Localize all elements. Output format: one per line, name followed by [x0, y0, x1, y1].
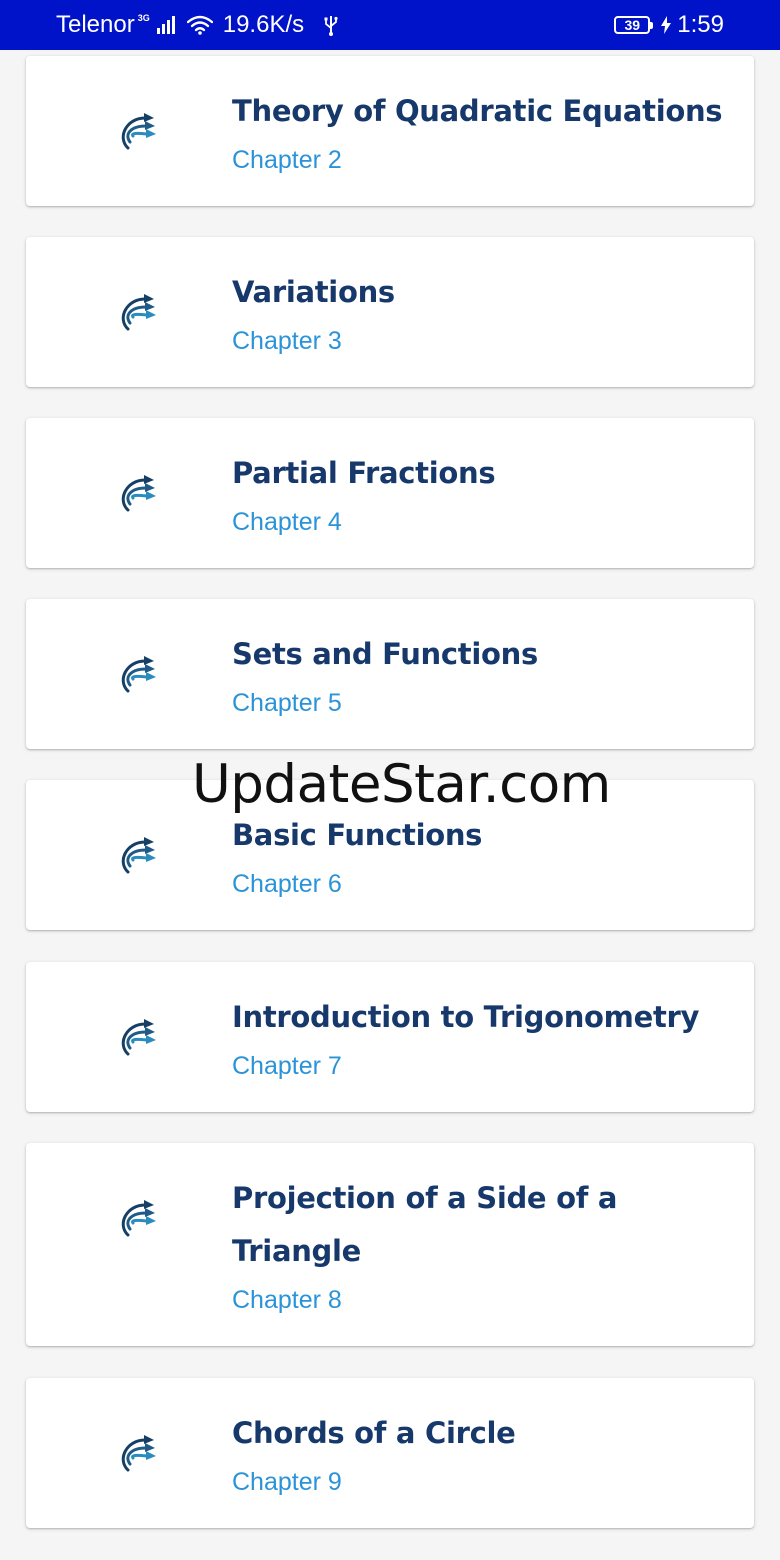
chapter-number: Chapter 7: [232, 1052, 342, 1080]
watermark-text: UpdateStar.com: [192, 754, 611, 815]
battery-level: 39: [624, 17, 641, 33]
arrows-logo-icon: [121, 1200, 156, 1237]
network-speed: 19.6K/s: [222, 11, 305, 38]
chapter-number: Chapter 9: [232, 1468, 342, 1496]
battery-icon: 39: [614, 16, 654, 34]
clock: 1:59: [677, 11, 724, 38]
arrows-logo-icon: [121, 294, 156, 331]
chapter-title: Partial Fractions: [232, 456, 496, 490]
chapter-number: Chapter 4: [232, 508, 342, 536]
chapter-title: Variations: [232, 275, 395, 309]
chapter-title: Introduction to Trigonometry: [232, 1000, 700, 1034]
chapter-card[interactable]: Chords of a Circle Chapter 9: [26, 1378, 754, 1528]
chapter-title: Basic Functions: [232, 818, 483, 852]
chapter-card[interactable]: Partial Fractions Chapter 4: [26, 418, 754, 568]
chapter-card[interactable]: Variations Chapter 3: [26, 237, 754, 387]
chapter-card[interactable]: Sets and Functions Chapter 5: [26, 599, 754, 749]
chapter-title: Theory of Quadratic Equations: [232, 94, 723, 128]
carrier-name: Telenor: [56, 11, 135, 38]
chapter-card[interactable]: Projection of a Side of a Triangle Chapt…: [26, 1143, 754, 1346]
usb-icon: [324, 14, 338, 36]
wifi-icon: [186, 15, 213, 35]
chapter-card[interactable]: Theory of Quadratic Equations Chapter 2: [26, 56, 754, 206]
arrows-logo-icon: [121, 113, 156, 150]
chapter-number: Chapter 5: [232, 689, 342, 717]
chapter-number: Chapter 2: [232, 146, 342, 174]
arrows-logo-icon: [121, 656, 156, 693]
chapter-title: Chords of a Circle: [232, 1416, 516, 1450]
chapter-card[interactable]: Introduction to Trigonometry Chapter 7: [26, 962, 754, 1112]
arrows-logo-icon: [121, 475, 156, 512]
status-bar-left: Telenor 3G 19.6K/s: [56, 0, 338, 50]
chapter-number: Chapter 8: [232, 1286, 342, 1314]
arrows-logo-icon: [121, 1019, 156, 1056]
chapter-title: Sets and Functions: [232, 637, 538, 671]
arrows-logo-icon: [121, 1435, 156, 1472]
signal-icon: [156, 16, 175, 34]
charging-icon: [661, 16, 672, 34]
arrows-logo-icon: [121, 837, 156, 874]
status-bar-right: 39 1:59: [614, 0, 724, 50]
network-type: 3G: [137, 13, 150, 23]
chapter-number: Chapter 6: [232, 870, 342, 898]
chapter-number: Chapter 3: [232, 327, 342, 355]
status-bar: Telenor 3G 19.6K/s 39 1:59: [0, 0, 780, 50]
chapter-title: Projection of a Side of a Triangle: [232, 1181, 618, 1268]
